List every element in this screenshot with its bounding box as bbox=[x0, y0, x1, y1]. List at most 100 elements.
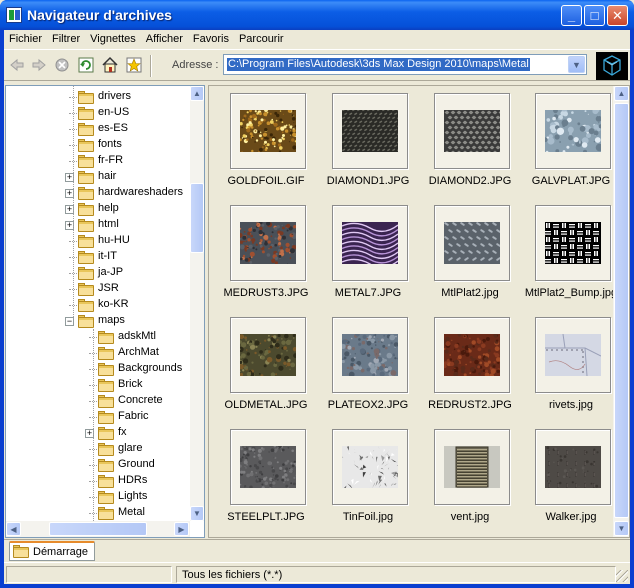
thumbnail-frame[interactable] bbox=[332, 205, 408, 281]
close-button[interactable]: ✕ bbox=[607, 5, 628, 26]
folder-icon bbox=[78, 267, 94, 280]
thumbnail-item[interactable]: REDRUST2.JPG bbox=[420, 310, 520, 422]
title-bar[interactable]: Navigateur d'archives _ □ ✕ bbox=[0, 0, 634, 30]
tree-item-fonts[interactable]: fonts bbox=[6, 137, 190, 153]
thumbnail-frame[interactable] bbox=[535, 205, 611, 281]
menu-parcourir[interactable]: Parcourir bbox=[234, 30, 289, 49]
scroll-up-button[interactable]: ▲ bbox=[190, 86, 204, 101]
resize-grip[interactable] bbox=[616, 570, 628, 582]
menu-vignettes[interactable]: Vignettes bbox=[85, 30, 141, 49]
tree-item-adskmtl[interactable]: adskMtl bbox=[6, 329, 190, 345]
texture-mtlplat2bump-image bbox=[545, 222, 601, 264]
tree-item-hdrs[interactable]: HDRs bbox=[6, 473, 190, 489]
thumbnail-item[interactable]: PLATEOX2.JPG bbox=[318, 310, 418, 422]
tree-item-metal[interactable]: Metal bbox=[6, 505, 190, 521]
address-dropdown-button[interactable]: ▼ bbox=[568, 56, 585, 73]
thumbnail-item[interactable]: MEDRUST3.JPG bbox=[216, 198, 316, 310]
tree-item-hair[interactable]: + hair bbox=[6, 169, 190, 185]
tree-item-archmat[interactable]: ArchMat bbox=[6, 345, 190, 361]
tree-scroll-thumb[interactable] bbox=[190, 183, 204, 253]
tree-item-concrete[interactable]: Concrete bbox=[6, 393, 190, 409]
address-field[interactable]: C:\Program Files\Autodesk\3ds Max Design… bbox=[223, 54, 587, 75]
menu-favoris[interactable]: Favoris bbox=[188, 30, 234, 49]
thumbnail-frame[interactable] bbox=[230, 205, 306, 281]
tree-vertical-scrollbar[interactable]: ▲ ▼ bbox=[190, 86, 204, 521]
maximize-button[interactable]: □ bbox=[584, 5, 605, 26]
grid-scroll-up-button[interactable]: ▲ bbox=[614, 86, 629, 101]
thumbnail-frame[interactable] bbox=[535, 429, 611, 505]
tree-item-help[interactable]: + help bbox=[6, 201, 190, 217]
thumbnail-item[interactable]: DIAMOND2.JPG bbox=[420, 86, 520, 198]
thumbnail-frame[interactable] bbox=[434, 429, 510, 505]
thumbnail-frame[interactable] bbox=[434, 317, 510, 393]
tree-item-fabric[interactable]: Fabric bbox=[6, 409, 190, 425]
thumbnail-item[interactable]: DIAMOND1.JPG bbox=[318, 86, 418, 198]
home-icon[interactable] bbox=[101, 56, 119, 74]
thumbnail-item[interactable]: rivets.jpg bbox=[521, 310, 621, 422]
tree-item-label: maps bbox=[98, 314, 125, 326]
tree-item-maps[interactable]: − maps bbox=[6, 313, 190, 329]
thumbnail-frame[interactable] bbox=[535, 317, 611, 393]
thumbnail-frame[interactable] bbox=[332, 93, 408, 169]
minimize-button[interactable]: _ bbox=[561, 5, 582, 26]
address-value[interactable]: C:\Program Files\Autodesk\3ds Max Design… bbox=[227, 58, 530, 71]
menu-filtrer[interactable]: Filtrer bbox=[47, 30, 85, 49]
tree-item-it-it[interactable]: it-IT bbox=[6, 249, 190, 265]
thumbnail-item[interactable]: GALVPLAT.JPG bbox=[521, 86, 621, 198]
stop-icon[interactable] bbox=[53, 56, 71, 74]
thumbnail-item[interactable]: vent.jpg bbox=[420, 422, 520, 534]
tab-demarrage[interactable]: Démarrage bbox=[9, 541, 95, 561]
thumbnail-item[interactable]: MtlPlat2_Bump.jpg bbox=[521, 198, 621, 310]
tree-item-drivers[interactable]: drivers bbox=[6, 89, 190, 105]
tree-item-glare[interactable]: glare bbox=[6, 441, 190, 457]
tree-item-jsr[interactable]: JSR bbox=[6, 281, 190, 297]
grid-scroll-thumb[interactable] bbox=[614, 103, 629, 518]
thumbnail-frame[interactable] bbox=[230, 317, 306, 393]
favorites-icon[interactable] bbox=[125, 56, 143, 74]
tree-item-backgrounds[interactable]: Backgrounds bbox=[6, 361, 190, 377]
tree-item-ko-kr[interactable]: ko-KR bbox=[6, 297, 190, 313]
tree-item-html[interactable]: + html bbox=[6, 217, 190, 233]
thumbnail-frame[interactable] bbox=[230, 429, 306, 505]
tree-hscroll-thumb[interactable] bbox=[49, 522, 147, 536]
scroll-right-button[interactable]: ▶ bbox=[174, 522, 189, 536]
scroll-left-button[interactable]: ◀ bbox=[6, 522, 21, 536]
tree-horizontal-scrollbar[interactable]: ◀ ▶ bbox=[6, 521, 190, 537]
folder-icon bbox=[98, 459, 114, 472]
menu-afficher[interactable]: Afficher bbox=[141, 30, 188, 49]
thumbnail-item[interactable]: Walker.jpg bbox=[521, 422, 621, 534]
tree-item-lights[interactable]: Lights bbox=[6, 489, 190, 505]
thumbnail-item[interactable]: GOLDFOIL.GIF bbox=[216, 86, 316, 198]
tree-item-hu-hu[interactable]: hu-HU bbox=[6, 233, 190, 249]
tree-item-ground[interactable]: Ground bbox=[6, 457, 190, 473]
tree-item-ja-jp[interactable]: ja-JP bbox=[6, 265, 190, 281]
thumbnail-frame[interactable] bbox=[434, 93, 510, 169]
tree-item-fr-fr[interactable]: fr-FR bbox=[6, 153, 190, 169]
forward-arrow-icon[interactable] bbox=[30, 56, 48, 74]
scroll-down-button[interactable]: ▼ bbox=[190, 506, 204, 521]
tree-item-hardwareshaders[interactable]: + hardwareshaders bbox=[6, 185, 190, 201]
tree-item-brick[interactable]: Brick bbox=[6, 377, 190, 393]
tree-item-fx[interactable]: + fx bbox=[6, 425, 190, 441]
grid-scroll-down-button[interactable]: ▼ bbox=[614, 521, 629, 536]
thumbnail-frame[interactable] bbox=[434, 205, 510, 281]
thumbnail-frame[interactable] bbox=[535, 93, 611, 169]
thumbnail-frame[interactable] bbox=[230, 93, 306, 169]
grid-vertical-scrollbar[interactable]: ▲ ▼ bbox=[613, 86, 629, 537]
folder-icon bbox=[78, 283, 94, 296]
tree-item-es-es[interactable]: es-ES bbox=[6, 121, 190, 137]
back-arrow-icon[interactable] bbox=[8, 56, 26, 74]
thumbnail-item[interactable]: TinFoil.jpg bbox=[318, 422, 418, 534]
thumbnail-item[interactable]: STEELPLT.JPG bbox=[216, 422, 316, 534]
thumbnail-item[interactable]: MtlPlat2.jpg bbox=[420, 198, 520, 310]
refresh-icon[interactable] bbox=[77, 56, 95, 74]
thumbnail-frame[interactable] bbox=[332, 429, 408, 505]
thumbnail-grid[interactable]: Walker.jpg vent.jpg TinFoil.jpg STEELPLT.JP… bbox=[208, 85, 630, 538]
folder-tree[interactable]: ▲ ▼ ◀ ▶ drivers en-US es-ES fonts fr-FR + hair… bbox=[5, 85, 205, 538]
tree-item-en-us[interactable]: en-US bbox=[6, 105, 190, 121]
menu-fichier[interactable]: Fichier bbox=[4, 30, 47, 49]
thumbnail-label: METAL7.JPG bbox=[334, 287, 402, 299]
thumbnail-frame[interactable] bbox=[332, 317, 408, 393]
thumbnail-item[interactable]: METAL7.JPG bbox=[318, 198, 418, 310]
thumbnail-item[interactable]: OLDMETAL.JPG bbox=[216, 310, 316, 422]
